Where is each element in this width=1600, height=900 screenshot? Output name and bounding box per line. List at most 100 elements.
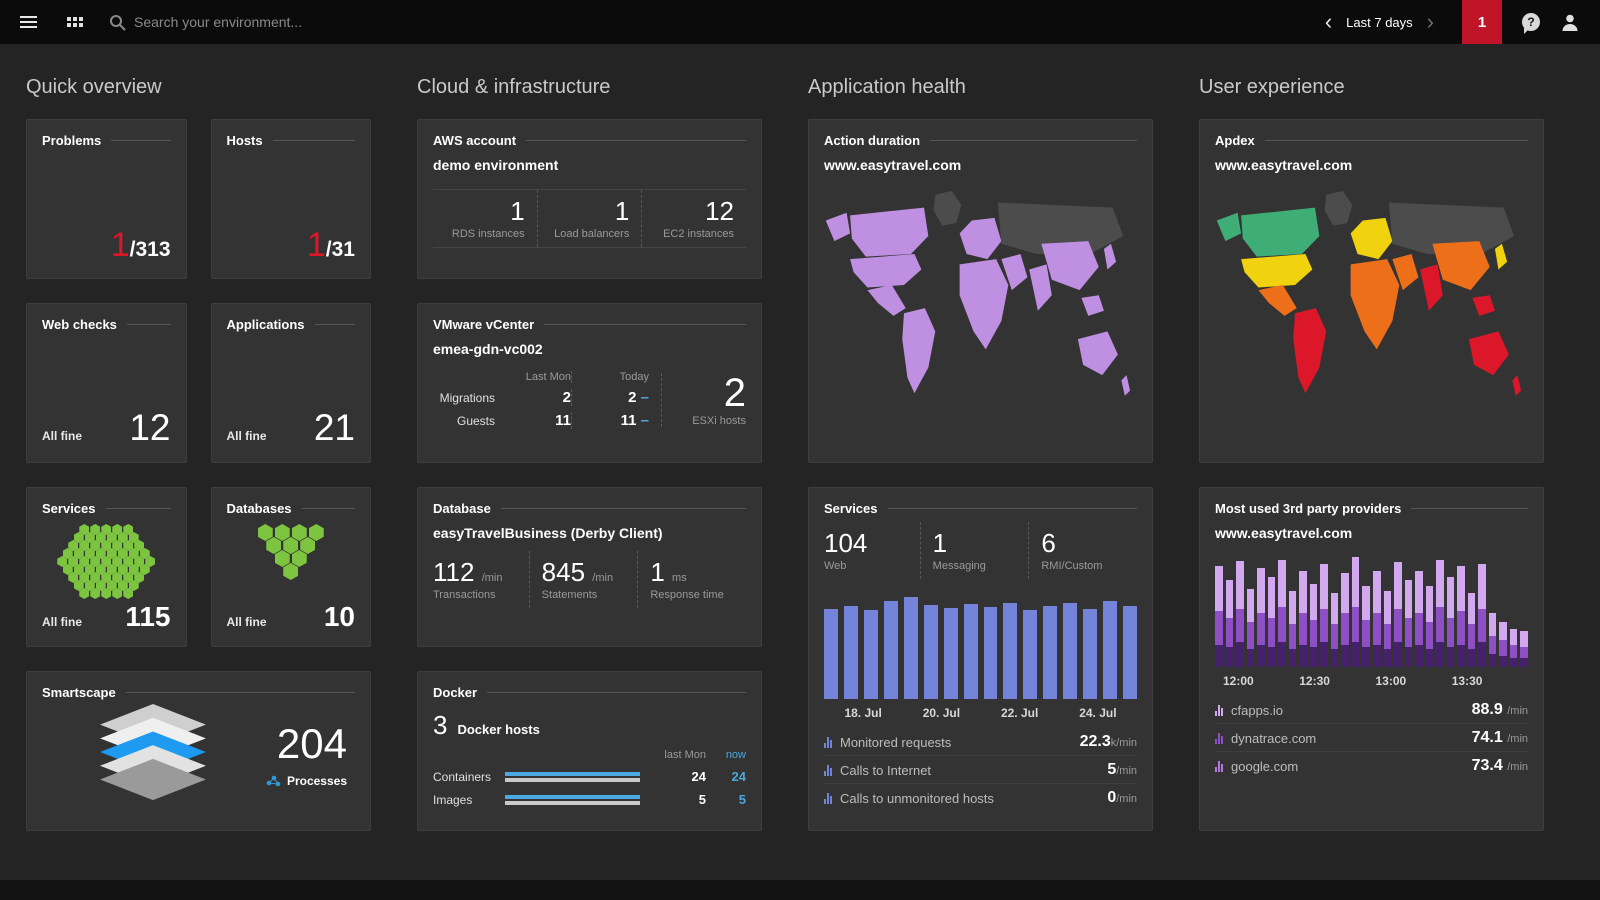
title-rule (501, 508, 746, 509)
bar-chart-icon (1215, 733, 1223, 744)
application-name: www.easytravel.com (1215, 157, 1528, 173)
title-rule (1411, 508, 1528, 509)
tile-action-duration[interactable]: Action duration www.easytravel.com (808, 119, 1153, 463)
migrations-last-mon: 2 (505, 389, 571, 406)
row-label-migrations: Migrations (433, 391, 505, 405)
status-label: All fine (42, 429, 82, 443)
tile-title: Database (433, 501, 491, 516)
column-title: User experience (1199, 76, 1544, 99)
bar-chart-icon (824, 737, 832, 748)
tile-web-checks[interactable]: Web checks All fine 12 (26, 303, 187, 463)
title-rule (526, 140, 746, 141)
column-title: Quick overview (26, 76, 371, 99)
region-europe (960, 218, 1002, 259)
user-icon[interactable] (1560, 12, 1580, 32)
services-legend: Monitored requests 22.3k/min Calls to In… (824, 728, 1137, 811)
tile-services-chart[interactable]: Services 104 Web 1 Messaging 6 RMI/Custo… (808, 487, 1153, 831)
tile-3rd-party-providers[interactable]: Most used 3rd party providers www.easytr… (1199, 487, 1544, 831)
hosts-problem-count: 1 (307, 226, 326, 265)
tile-apdex[interactable]: Apdex www.easytravel.com (1199, 119, 1544, 463)
services-count: 115 (125, 601, 170, 633)
tile-vmware-vcenter[interactable]: VMware vCenter emea-gdn-vc002 Last Mon T… (417, 303, 762, 463)
region-se-asia (1472, 295, 1495, 316)
stat-response-time: 1 ms Response time (637, 551, 746, 608)
problems-badge[interactable]: 1 (1462, 0, 1502, 44)
region-new-zealand (1512, 375, 1521, 396)
tile-title: Most used 3rd party providers (1215, 501, 1401, 516)
column-cloud-infrastructure: Cloud & infrastructure AWS account demo … (417, 68, 762, 831)
column-user-experience: User experience Apdex www.easytravel.com (1199, 68, 1544, 831)
stat-rds: 1 RDS instances (433, 190, 537, 247)
title-rule (544, 324, 746, 325)
docker-hosts-count: 3 (433, 710, 447, 741)
aws-stats: 1 RDS instances 1 Load balancers 12 EC2 … (433, 189, 746, 248)
containers-last-mon: 24 (654, 769, 706, 784)
trend-flat-icon: – (641, 412, 649, 429)
title-rule (888, 508, 1138, 509)
tile-services[interactable]: Services All fine 115 (26, 487, 187, 647)
providers-legend: cfapps.io 88.9 /min dynatrace.com 74.1 /… (1215, 696, 1528, 779)
web-checks-count: 12 (129, 407, 170, 449)
title-rule (106, 508, 171, 509)
region-europe (1351, 218, 1393, 259)
title-rule (930, 140, 1137, 141)
tile-smartscape[interactable]: Smartscape 204 (26, 671, 371, 831)
help-icon[interactable]: ? (1522, 13, 1540, 31)
region-usa (1241, 254, 1312, 288)
title-rule (126, 692, 355, 693)
vmware-stats: Last Mon Today Migrations 2 2 – Guests 1… (433, 371, 746, 429)
hosts-total-count: /31 (326, 238, 355, 262)
title-rule (302, 508, 355, 509)
action-duration-world-map[interactable] (824, 187, 1137, 449)
containers-now: 24 (706, 769, 746, 784)
region-australia (1469, 331, 1509, 375)
databases-count: 10 (324, 601, 355, 633)
tile-databases[interactable]: Databases All fine 10 (211, 487, 372, 647)
containers-bar (505, 772, 654, 782)
tile-aws-account[interactable]: AWS account demo environment 1 RDS insta… (417, 119, 762, 279)
menu-icon[interactable] (14, 10, 43, 34)
scrollbar-track[interactable] (0, 880, 1600, 900)
problems-open-count: 1 (111, 226, 130, 265)
bar-chart-icon (824, 793, 832, 804)
column-title: Application health (808, 76, 1153, 99)
region-africa (1351, 259, 1400, 349)
application-name: www.easytravel.com (1215, 525, 1528, 541)
dashboard: Quick overview Problems 1 /313 Hosts (0, 44, 1600, 831)
col-header-last-mon: last Mon (654, 749, 706, 761)
stat-statements: 845 /min Statements (529, 551, 638, 608)
tile-title: Web checks (42, 317, 117, 332)
status-label: All fine (227, 615, 267, 629)
esxi-hosts-stat: 2 ESXi hosts (661, 373, 746, 427)
stat-messaging: 1 Messaging (920, 522, 1029, 579)
apdex-world-map[interactable] (1215, 187, 1528, 449)
chevron-left-icon[interactable]: ‹ (1315, 11, 1342, 33)
row-label-containers: Containers (433, 770, 505, 784)
time-range-label[interactable]: Last 7 days (1342, 15, 1417, 30)
tile-docker[interactable]: Docker 3 Docker hosts last Mon now Conta… (417, 671, 762, 831)
search-input[interactable] (134, 14, 554, 30)
region-japan (1495, 244, 1507, 270)
tile-database[interactable]: Database easyTravelBusiness (Derby Clien… (417, 487, 762, 647)
applications-count: 21 (314, 407, 355, 449)
legend-row: cfapps.io 88.9 /min (1215, 696, 1528, 723)
dashboards-icon[interactable] (67, 17, 83, 27)
region-se-asia (1081, 295, 1104, 316)
tile-title: Services (824, 501, 878, 516)
tile-title: AWS account (433, 133, 516, 148)
tile-title: Applications (227, 317, 305, 332)
tile-title: Docker (433, 685, 477, 700)
region-greenland (934, 191, 962, 226)
processes-icon (265, 775, 281, 788)
tile-applications[interactable]: Applications All fine 21 (211, 303, 372, 463)
chart-x-axis: 12:00 12:30 13:00 13:30 (1215, 674, 1528, 688)
tile-title: Hosts (227, 133, 263, 148)
legend-row: Calls to Internet 5/min (824, 755, 1137, 783)
stat-ec2: 12 EC2 instances (641, 190, 746, 247)
application-name: www.easytravel.com (824, 157, 1137, 173)
esxi-hosts-label: ESXi hosts (692, 415, 746, 427)
chevron-right-icon[interactable]: › (1417, 11, 1444, 33)
tile-hosts[interactable]: Hosts 1 /31 (211, 119, 372, 279)
title-rule (487, 692, 746, 693)
tile-problems[interactable]: Problems 1 /313 (26, 119, 187, 279)
